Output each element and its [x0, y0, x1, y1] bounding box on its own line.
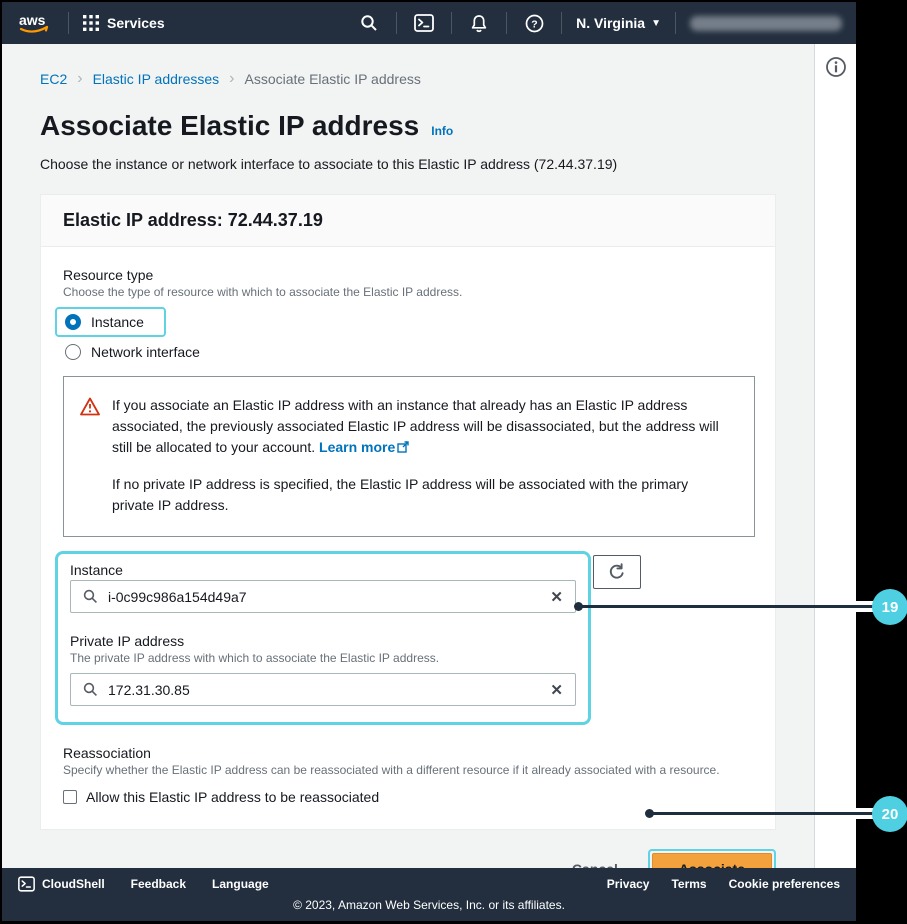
callout-dot-20: [645, 809, 654, 818]
info-icon[interactable]: [825, 56, 847, 78]
divider: [561, 12, 563, 34]
learn-more-link[interactable]: Learn more: [319, 439, 409, 455]
instance-input[interactable]: i-0c99c986a154d49a7 ✕: [70, 580, 576, 613]
search-icon: [83, 682, 97, 696]
notifications-button[interactable]: [466, 10, 492, 36]
reassociation-label: Reassociation: [63, 745, 151, 761]
aws-logo[interactable]: aws: [16, 11, 54, 35]
question-icon: ?: [525, 14, 543, 32]
footer-privacy-link[interactable]: Privacy: [607, 877, 650, 891]
card-header: Elastic IP address: 72.44.37.19: [41, 195, 775, 247]
chevron-right-icon: ›: [229, 70, 235, 87]
callout-line-20: [649, 812, 874, 815]
reassociation-checkbox-row[interactable]: Allow this Elastic IP address to be reas…: [63, 789, 753, 805]
refresh-icon: [609, 563, 624, 579]
cloudshell-button[interactable]: [411, 10, 437, 36]
clear-icon[interactable]: ✕: [550, 681, 563, 699]
footer-feedback-link[interactable]: Feedback: [131, 877, 186, 891]
radio-network-interface[interactable]: Network interface: [63, 344, 753, 360]
divider: [675, 12, 676, 34]
callout-badge-19: 19: [872, 589, 907, 625]
svg-text:aws: aws: [19, 12, 46, 28]
cloudshell-icon: [18, 876, 35, 892]
chevron-down-icon: ▼: [651, 17, 661, 29]
instance-fields-highlight: Instance i-0c99c986a154d49a7 ✕ Private I…: [55, 551, 591, 725]
info-link[interactable]: Info: [431, 124, 453, 138]
footer-cloudshell-label: CloudShell: [42, 877, 105, 891]
footer-copyright: © 2023, Amazon Web Services, Inc. or its…: [293, 898, 565, 912]
checkbox-unchecked-icon[interactable]: [63, 790, 77, 804]
breadcrumb-current: Associate Elastic IP address: [244, 71, 421, 87]
private-ip-label: Private IP address: [70, 633, 185, 649]
external-link-icon: [397, 441, 409, 453]
services-label: Services: [107, 15, 165, 31]
associate-form-card: Elastic IP address: 72.44.37.19 Resource…: [40, 194, 776, 830]
footer-cookie-preferences-link[interactable]: Cookie preferences: [729, 877, 840, 891]
divider: [396, 12, 398, 34]
svg-text:?: ?: [531, 18, 537, 30]
top-navigation-bar: aws Services ? N. Virginia ▼: [2, 2, 856, 44]
footer-cloudshell-link[interactable]: CloudShell: [18, 876, 105, 892]
radio-instance-label: Instance: [91, 314, 144, 330]
refresh-button[interactable]: [593, 555, 641, 589]
radio-network-interface-label: Network interface: [91, 344, 200, 360]
breadcrumb-ec2[interactable]: EC2: [40, 71, 67, 87]
warning-paragraph-2: If no private IP address is specified, t…: [112, 476, 689, 513]
instance-label: Instance: [70, 562, 123, 578]
radio-unselected-icon[interactable]: [65, 344, 81, 360]
search-icon: [83, 589, 97, 603]
associate-button-highlight: Associate: [647, 849, 776, 868]
breadcrumb: EC2 › Elastic IP addresses › Associate E…: [40, 70, 776, 88]
radio-selected-icon[interactable]: [65, 314, 81, 330]
radio-instance[interactable]: Instance: [65, 314, 144, 330]
divider: [451, 12, 453, 34]
warning-paragraph-1: If you associate an Elastic IP address w…: [112, 397, 719, 455]
grid-icon: [83, 15, 99, 31]
help-panel-rail: [814, 44, 856, 868]
warning-triangle-icon: [80, 397, 100, 416]
aws-console-window: aws Services ? N. Virginia ▼ EC2 › Elast…: [2, 2, 856, 921]
search-icon: [361, 15, 377, 31]
callout-line-19: [578, 605, 874, 608]
card-title: Elastic IP address: 72.44.37.19: [63, 210, 323, 230]
page-subtitle: Choose the instance or network interface…: [40, 156, 618, 172]
account-name-redacted[interactable]: [690, 15, 842, 31]
reassociation-description: Specify whether the Elastic IP address c…: [63, 763, 720, 777]
warning-alert: If you associate an Elastic IP address w…: [63, 376, 755, 537]
private-ip-input[interactable]: 172.31.30.85 ✕: [70, 673, 576, 706]
private-ip-input-value: 172.31.30.85: [108, 681, 190, 698]
breadcrumb-elastic-ips[interactable]: Elastic IP addresses: [93, 71, 220, 87]
private-ip-description: The private IP address with which to ass…: [70, 651, 440, 665]
instance-input-value: i-0c99c986a154d49a7: [108, 588, 247, 605]
footer-terms-link[interactable]: Terms: [671, 877, 706, 891]
region-label: N. Virginia: [576, 15, 646, 31]
instance-radio-highlight: Instance: [55, 307, 166, 337]
chevron-right-icon: ›: [77, 70, 83, 87]
search-button[interactable]: [356, 10, 382, 36]
resource-type-description: Choose the type of resource with which t…: [63, 285, 463, 299]
region-selector[interactable]: N. Virginia ▼: [576, 15, 661, 31]
cloudshell-icon: [414, 14, 435, 32]
services-menu[interactable]: Services: [83, 15, 165, 31]
page-title: Associate Elastic IP address: [40, 110, 420, 141]
associate-button[interactable]: Associate: [651, 853, 772, 868]
divider: [68, 12, 69, 34]
callout-badge-20: 20: [872, 796, 907, 832]
resource-type-label: Resource type: [63, 267, 154, 283]
divider: [506, 12, 508, 34]
cancel-button[interactable]: Cancel: [572, 861, 618, 868]
footer: CloudShell Feedback Language Privacy Ter…: [2, 868, 856, 921]
footer-language-link[interactable]: Language: [212, 877, 269, 891]
help-button[interactable]: ?: [521, 10, 547, 36]
main-content: EC2 › Elastic IP addresses › Associate E…: [2, 44, 814, 868]
reassociation-checkbox-label: Allow this Elastic IP address to be reas…: [86, 789, 380, 805]
callout-dot-19: [574, 602, 583, 611]
bell-icon: [471, 14, 487, 32]
aws-logo-icon: aws: [19, 12, 49, 33]
clear-icon[interactable]: ✕: [550, 588, 563, 606]
